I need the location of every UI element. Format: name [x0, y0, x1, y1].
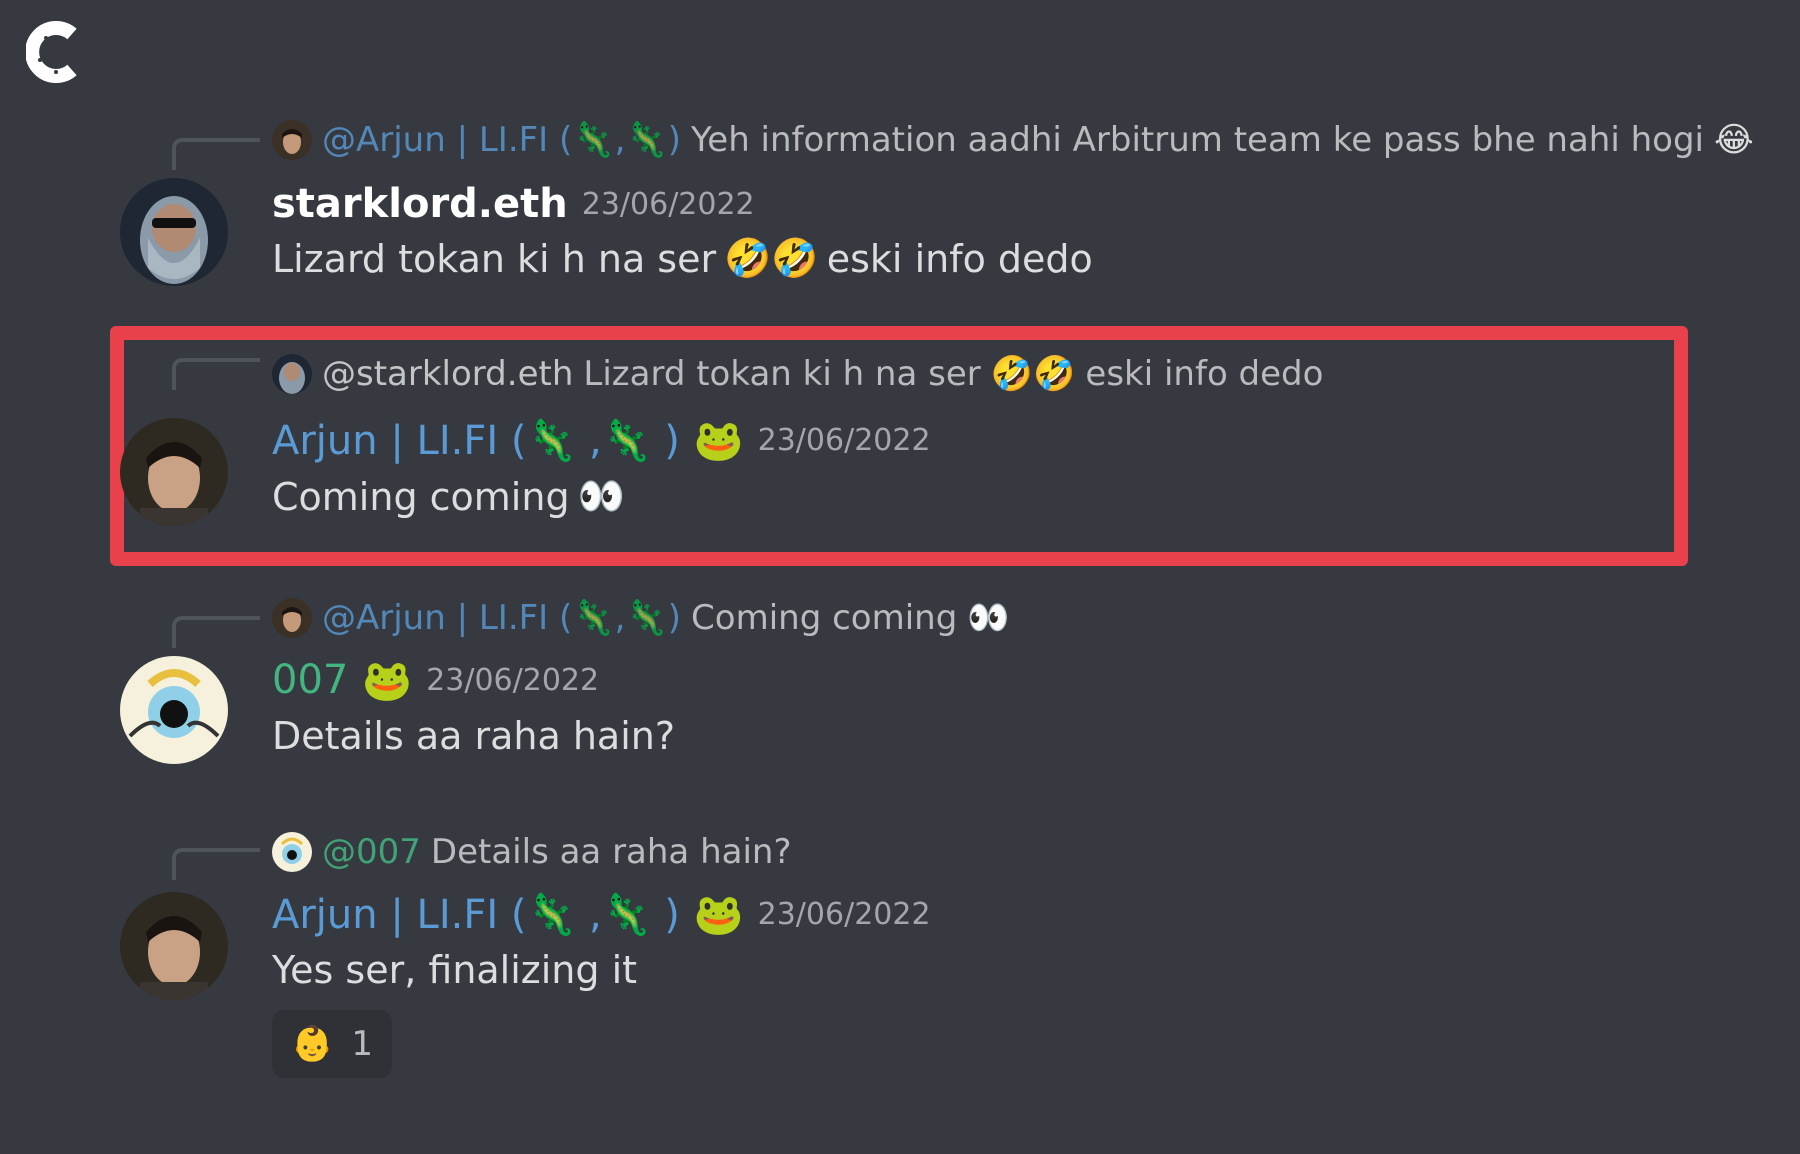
- author-name[interactable]: 007: [272, 657, 348, 703]
- reply-author[interactable]: @Arjun | LI.FI (🦎,🦎): [322, 598, 681, 638]
- reply-text: Lizard tokan ki h na ser: [583, 354, 981, 394]
- message-text: Details aa raha hain?: [272, 714, 676, 758]
- message-text: Yes ser, finalizing it: [272, 948, 638, 992]
- timestamp: 23/06/2022: [757, 422, 931, 458]
- reply-avatar: [272, 832, 312, 872]
- baby-face-emoji: 👶: [291, 1024, 334, 1064]
- tears-of-joy-emoji: 😂: [1714, 120, 1754, 160]
- message-header: 007 🐸 23/06/2022: [272, 654, 599, 706]
- reply-preview[interactable]: @starklord.eth Lizard tokan ki h na ser …: [272, 352, 1323, 396]
- reply-avatar: [272, 598, 312, 638]
- logo-icon: [26, 21, 77, 83]
- frog-badge-icon: 🐸: [693, 417, 744, 464]
- reply-avatar: [272, 354, 312, 394]
- message-text-after: eski info dedo: [826, 236, 1093, 281]
- reply-preview[interactable]: @007 Details aa raha hain?: [272, 830, 792, 874]
- message-header: Arjun | LI.FI (🦎 ,🦎 ) 🐸 23/06/2022: [272, 888, 931, 940]
- timestamp: 23/06/2022: [581, 186, 755, 222]
- message-content: Yes ser, finalizing it: [272, 948, 637, 992]
- timestamp: 23/06/2022: [757, 896, 931, 932]
- avatar[interactable]: [120, 892, 228, 1000]
- reply-connector: [172, 848, 260, 880]
- avatar[interactable]: [120, 418, 228, 526]
- reply-text-after: eski info dedo: [1085, 354, 1324, 394]
- message-header: starklord.eth 23/06/2022: [272, 178, 755, 230]
- reply-author[interactable]: @starklord.eth: [322, 354, 573, 394]
- rofl-emoji: 🤣🤣: [724, 236, 819, 280]
- message-header: Arjun | LI.FI (🦎 ,🦎 ) 🐸 23/06/2022: [272, 414, 931, 466]
- message-content: Lizard tokan ki h na ser 🤣🤣 eski info de…: [272, 236, 1093, 281]
- frog-badge-icon: 🐸: [362, 657, 413, 704]
- reply-author[interactable]: @007: [322, 832, 421, 872]
- message-content: Details aa raha hain?: [272, 714, 675, 758]
- timestamp: 23/06/2022: [426, 662, 600, 698]
- reaction-count: 1: [351, 1024, 373, 1064]
- reply-avatar: [272, 120, 312, 160]
- reply-text: Details aa raha hain?: [430, 832, 792, 872]
- reply-connector: [172, 358, 260, 390]
- author-name[interactable]: Arjun | LI.FI (🦎 ,🦎 ): [272, 417, 680, 464]
- author-name[interactable]: starklord.eth: [272, 181, 568, 227]
- author-name[interactable]: Arjun | LI.FI (🦎 ,🦎 ): [272, 891, 680, 938]
- message-content: Coming coming 👀: [272, 474, 625, 519]
- reply-author[interactable]: @Arjun | LI.FI (🦎,🦎): [322, 120, 681, 160]
- reply-preview[interactable]: @Arjun | LI.FI (🦎,🦎) Yeh information aad…: [272, 118, 1754, 162]
- rofl-emoji: 🤣🤣: [990, 354, 1076, 394]
- avatar[interactable]: [120, 656, 228, 764]
- frog-badge-icon: 🐸: [693, 891, 744, 938]
- reply-text: Yeh information aadhi Arbitrum team ke p…: [691, 120, 1704, 160]
- reply-connector: [172, 138, 260, 170]
- reaction-button[interactable]: 👶 1: [272, 1010, 392, 1078]
- message-text: Coming coming: [272, 474, 570, 519]
- eyes-emoji: 👀: [577, 474, 625, 518]
- avatar[interactable]: [120, 178, 228, 286]
- eyes-emoji: 👀: [967, 598, 1010, 638]
- reply-text: Coming coming: [691, 598, 958, 638]
- reply-preview[interactable]: @Arjun | LI.FI (🦎,🦎) Coming coming 👀: [272, 596, 1010, 640]
- reply-connector: [172, 616, 260, 648]
- message-text: Lizard tokan ki h na ser: [272, 236, 717, 281]
